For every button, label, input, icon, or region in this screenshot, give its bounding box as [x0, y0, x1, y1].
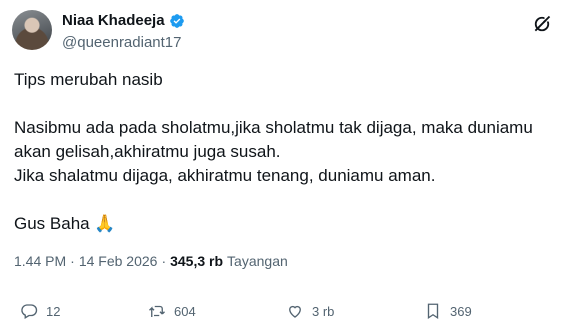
- verified-badge-icon: [169, 13, 184, 28]
- like-button[interactable]: 3 rb: [286, 302, 334, 320]
- post-line: Jika shalatmu dijaga, akhiratmu tenang, …: [14, 166, 436, 185]
- author-handle[interactable]: @queenradiant17: [62, 34, 182, 51]
- reply-count: 12: [46, 303, 61, 319]
- reply-button[interactable]: 12: [20, 302, 60, 320]
- bookmark-icon: [427, 303, 439, 320]
- meta-separator: ·: [161, 253, 167, 269]
- views-label: Tayangan: [227, 253, 288, 269]
- post-signature-line: Gus Baha 🙏: [14, 212, 554, 236]
- views-count: 345,3 rb: [170, 253, 224, 269]
- repost-count: 604: [174, 303, 196, 319]
- post-line: Nasibmu ada pada sholatmu,jika sholatmu …: [14, 118, 533, 137]
- post-line: Tips merubah nasib: [14, 70, 163, 89]
- author-display-name[interactable]: Niaa Khadeeja: [62, 12, 165, 29]
- repost-icon: [149, 305, 165, 317]
- post-text: Tips merubah nasib Nasibmu ada pada shol…: [14, 68, 554, 236]
- grok-icon[interactable]: [532, 14, 552, 34]
- meta-separator: ·: [70, 253, 75, 269]
- post-signature: Gus Baha: [14, 214, 90, 233]
- action-bar: 12 604 3 rb 369: [0, 302, 564, 322]
- reply-icon: [21, 304, 38, 319]
- author-name-row[interactable]: Niaa Khadeeja: [62, 12, 185, 29]
- post-time[interactable]: 1.44 PM: [14, 253, 66, 269]
- bookmark-count: 369: [450, 303, 472, 319]
- praying-hands-emoji: 🙏: [94, 214, 116, 233]
- like-icon: [289, 305, 301, 318]
- like-count: 3 rb: [312, 303, 335, 319]
- bookmark-button[interactable]: 369: [424, 302, 472, 320]
- repost-button[interactable]: 604: [148, 302, 196, 320]
- post-date[interactable]: 14 Feb 2026: [79, 253, 158, 269]
- post-meta: 1.44 PM · 14 Feb 2026 · 345,3 rb Tayanga…: [14, 253, 288, 269]
- avatar[interactable]: [12, 10, 52, 50]
- post-line: akan gelisah,akhiratmu juga susah.: [14, 142, 281, 161]
